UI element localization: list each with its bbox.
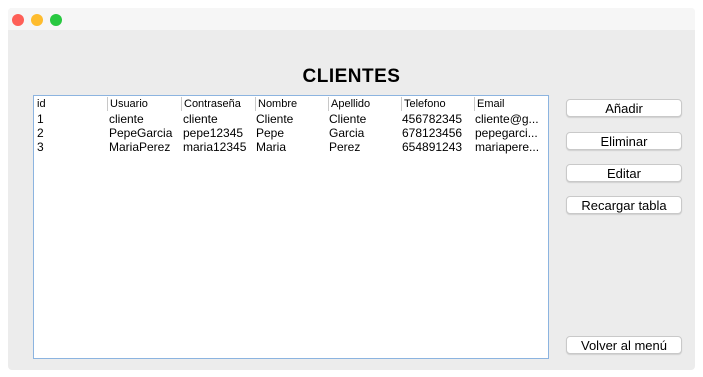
close-window-icon[interactable] [12, 14, 24, 26]
cell-apellido: Perez [329, 140, 361, 154]
cell-nombre: Pepe [256, 126, 285, 140]
title-bar [8, 8, 695, 30]
cell-email: cliente@g... [475, 112, 539, 126]
cell-contrasena: pepe12345 [183, 126, 244, 140]
column-header-apellido[interactable]: Apellido [328, 97, 401, 111]
cell-usuario: cliente [109, 112, 144, 126]
cell-usuario: PepeGarcia [109, 126, 173, 140]
cell-telefono: 456782345 [402, 112, 463, 126]
table-row[interactable]: 1 cliente cliente Cliente Cliente 456782… [34, 112, 548, 126]
zoom-window-icon[interactable] [50, 14, 62, 26]
column-header-nombre[interactable]: Nombre [255, 97, 328, 111]
reload-table-button[interactable]: Recargar tabla [566, 196, 682, 214]
add-button[interactable]: Añadir [566, 99, 682, 117]
cell-email: mariapere... [475, 140, 540, 154]
delete-button[interactable]: Eliminar [566, 132, 682, 150]
column-header-usuario[interactable]: Usuario [107, 97, 180, 111]
cell-email: pepegarci... [475, 126, 538, 140]
column-header-id[interactable]: id [37, 97, 105, 111]
cell-apellido: Cliente [329, 112, 367, 126]
table-row[interactable]: 2 PepeGarcia pepe12345 Pepe Garcia 67812… [34, 126, 548, 140]
table-row[interactable]: 3 MariaPerez maria12345 Maria Perez 6548… [34, 140, 548, 154]
back-to-menu-button[interactable]: Volver al menú [566, 336, 682, 354]
column-header-telefono[interactable]: Telefono [401, 97, 474, 111]
clients-table[interactable]: id Usuario Contraseña Nombre Apellido Te… [33, 95, 549, 359]
column-header-email[interactable]: Email [474, 97, 547, 111]
page-title: CLIENTES [302, 66, 401, 87]
cell-contrasena: cliente [183, 112, 218, 126]
cell-contrasena: maria12345 [183, 140, 247, 154]
cell-telefono: 654891243 [402, 140, 463, 154]
table-header: id Usuario Contraseña Nombre Apellido Te… [34, 96, 548, 111]
cell-apellido: Garcia [329, 126, 365, 140]
cell-id: 3 [37, 140, 44, 154]
cell-id: 1 [37, 112, 44, 126]
cell-nombre: Cliente [256, 112, 294, 126]
column-header-contrasena[interactable]: Contraseña [181, 97, 254, 111]
minimize-window-icon[interactable] [31, 14, 43, 26]
cell-usuario: MariaPerez [109, 140, 171, 154]
cell-id: 2 [37, 126, 44, 140]
edit-button[interactable]: Editar [566, 164, 682, 182]
cell-telefono: 678123456 [402, 126, 463, 140]
cell-nombre: Maria [256, 140, 287, 154]
app-window: CLIENTES id Usuario Contraseña Nombre Ap… [8, 8, 695, 370]
